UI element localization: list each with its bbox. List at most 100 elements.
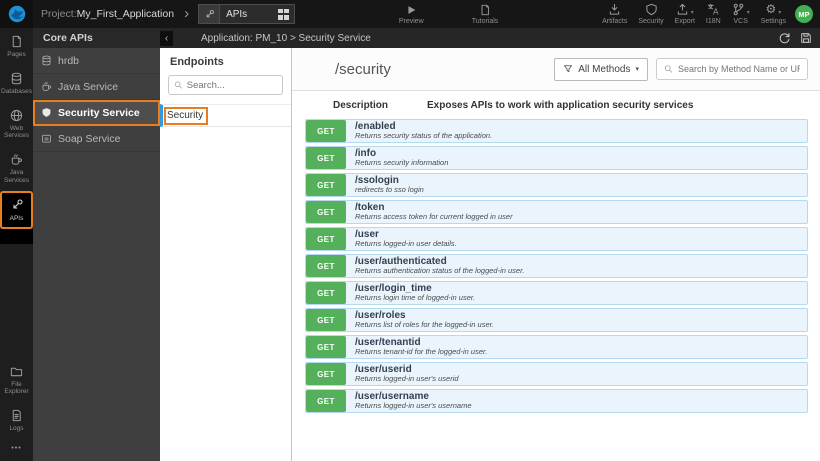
avatar[interactable]: MP [795, 5, 813, 23]
shield-icon [41, 107, 52, 118]
rail-label: Java Services [4, 169, 29, 184]
upload-icon: ▾ [676, 3, 694, 16]
search-icon [174, 81, 182, 89]
endpoints-search[interactable] [168, 75, 283, 95]
endpoint-row[interactable]: GET /token Returns access token for curre… [305, 200, 808, 224]
sidebar-item-logs[interactable]: Logs [0, 402, 33, 439]
method-badge: GET [306, 309, 346, 331]
caret-down-icon: ▾ [778, 10, 782, 16]
artifacts-label: Artifacts [602, 18, 628, 25]
description-text: Exposes APIs to work with application se… [427, 100, 694, 111]
vcs-label: VCS [733, 18, 748, 25]
endpoints-search-input[interactable] [186, 79, 277, 91]
sidebar-item-apis[interactable]: APIs [0, 190, 33, 229]
coffee-icon [10, 153, 23, 166]
collapse-panel-button[interactable]: ‹ [160, 30, 173, 46]
caret-down-icon: ▾ [635, 66, 639, 73]
endpoint-row[interactable]: GET /ssologin redirects to sso login [305, 173, 808, 197]
endpoint-row[interactable]: GET /user Returns logged-in user details. [305, 227, 808, 251]
endpoint-row[interactable]: GET /user/roles Returns list of roles for… [305, 308, 808, 332]
core-api-label: Security Service [58, 106, 140, 119]
endpoint-item-security[interactable]: Security [160, 104, 291, 127]
methods-filter-dropdown[interactable]: All Methods ▾ [554, 57, 648, 81]
preview-button[interactable]: Preview [399, 3, 424, 25]
breadcrumb: Application: PM_10 > Security Service [201, 32, 371, 44]
tutorials-button[interactable]: Tutorials [471, 3, 499, 25]
method-search-input[interactable] [677, 64, 800, 74]
tutorials-label: Tutorials [471, 18, 499, 25]
core-api-item-hrdb[interactable]: hrdb [33, 48, 160, 74]
refresh-button[interactable] [778, 32, 791, 45]
project-name: My_First_Application [76, 8, 175, 20]
i18n-label: I18N [705, 18, 721, 25]
topbar-center: Preview Tutorials [295, 3, 602, 25]
method-badge: GET [306, 282, 346, 304]
endpoints-panel: Endpoints Security [160, 48, 292, 461]
endpoint-description: redirects to sso login [355, 185, 424, 195]
i18n-button[interactable]: A I18N [706, 3, 721, 25]
wavemaker-logo-icon [8, 5, 25, 23]
project-prefix: Project: [41, 8, 77, 20]
methods-filter-label: All Methods [578, 63, 631, 75]
endpoint-row[interactable]: GET /user/authenticated Returns authentic… [305, 254, 808, 278]
svg-text:A: A [713, 7, 719, 16]
endpoint-description: Returns authentication status of the log… [355, 266, 525, 276]
breadcrumb-actions [778, 32, 812, 45]
artifacts-button[interactable]: Artifacts [602, 3, 627, 25]
endpoint-description: Returns access token for current logged … [355, 212, 513, 222]
endpoint-description: Returns logged-in user details. [355, 239, 457, 249]
core-apis-title: Core APIs [33, 28, 160, 48]
rail-label: APIs [9, 214, 24, 222]
endpoint-row[interactable]: GET /info Returns security information [305, 146, 808, 170]
sidebar-item-web-services[interactable]: Web Services [0, 102, 33, 147]
preview-label: Preview [398, 18, 424, 25]
endpoint-description: Returns logged-in user's userid [355, 374, 459, 384]
export-label: Export [674, 18, 695, 25]
sidebar-item-java-services[interactable]: Java Services [0, 146, 33, 191]
method-badge: GET [306, 390, 346, 412]
endpoint-row[interactable]: GET /user/tenantid Returns tenant-id for … [305, 335, 808, 359]
more-options-button[interactable]: ••• [0, 439, 33, 461]
rail-bottom-group: File Explorer Logs ••• [0, 358, 33, 461]
rail-label: Logs [9, 425, 24, 433]
grid-icon[interactable] [278, 8, 290, 20]
gear-icon: ⚙ ▾ [765, 2, 782, 17]
workspace-selector[interactable]: APIs [198, 4, 296, 24]
core-api-item-security-service[interactable]: Security Service [33, 100, 160, 126]
api-icon [10, 198, 24, 212]
pages-icon [10, 35, 23, 48]
security-label: Security [638, 18, 664, 25]
rail-label: Databases [0, 87, 33, 95]
core-api-item-java-service[interactable]: Java Service [33, 74, 160, 100]
settings-button[interactable]: ⚙ ▾ Settings [761, 2, 786, 26]
export-button[interactable]: ▾ Export [675, 3, 695, 25]
coffee-icon [41, 81, 52, 92]
core-apis-panel: Core APIs hrdb Java Service Security Ser… [33, 28, 160, 461]
endpoint-row[interactable]: GET /user/login_time Returns login time o… [305, 281, 808, 305]
vcs-button[interactable]: ▾ VCS [732, 3, 750, 25]
caret-down-icon: ▾ [746, 10, 750, 16]
method-badge: GET [306, 120, 346, 142]
method-badge: GET [306, 363, 346, 385]
endpoint-row[interactable]: GET /enabled Returns security status of t… [305, 119, 808, 143]
top-bar: Project:My_First_Application › APIs Prev… [0, 0, 820, 28]
save-button[interactable] [800, 32, 812, 45]
endpoint-description: Returns security status of the applicati… [355, 131, 493, 141]
method-search[interactable] [656, 58, 808, 80]
document-icon [479, 3, 491, 16]
description-label: Description [333, 100, 389, 111]
app-logo[interactable] [0, 0, 33, 28]
method-badge: GET [306, 147, 346, 169]
core-api-item-soap-service[interactable]: Soap Service [33, 126, 160, 152]
api-icon [199, 5, 221, 23]
endpoint-row[interactable]: GET /user/userid Returns logged-in user's… [305, 362, 808, 386]
endpoint-row[interactable]: GET /user/username Returns logged-in user… [305, 389, 808, 413]
sidebar-item-file-explorer[interactable]: File Explorer [0, 358, 33, 403]
sidebar-item-pages[interactable]: Pages [0, 28, 33, 65]
caret-down-icon: ▾ [690, 10, 694, 16]
endpoint-description: Returns tenant-id for the logged-in user… [355, 347, 488, 357]
download-icon [608, 3, 621, 16]
shield-icon [645, 3, 658, 16]
security-button[interactable]: Security [638, 3, 664, 25]
sidebar-item-databases[interactable]: Databases [0, 65, 33, 102]
